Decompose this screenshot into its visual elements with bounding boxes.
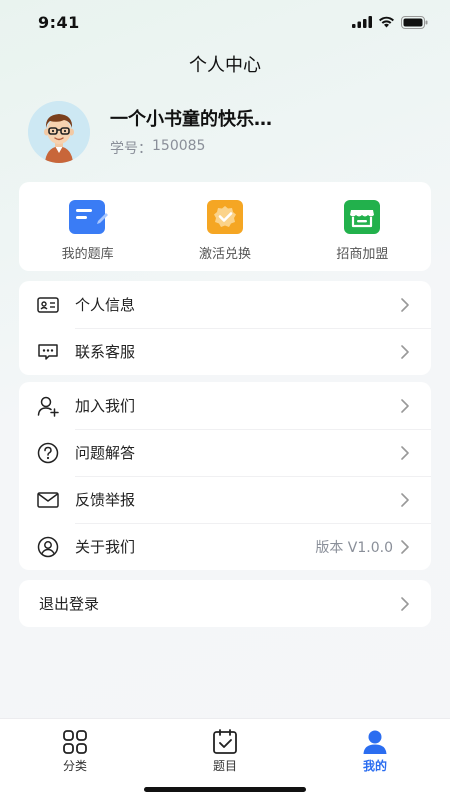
tab-label: 题目 (212, 759, 237, 773)
store-icon (344, 200, 381, 234)
menu-item-label: 联系客服 (75, 343, 136, 361)
avatar-cartoon-icon (28, 101, 90, 163)
chevron-right-icon (401, 596, 409, 611)
menu-item-label: 加入我们 (75, 397, 136, 415)
menu-group-about: 加入我们 问题解答 反馈举报 关于我们 版本 V1.0.0 (19, 382, 431, 570)
menu-item-label: 关于我们 (75, 538, 136, 556)
student-id-label: 学号： (110, 140, 152, 157)
status-bar: 9:41 (0, 0, 450, 44)
student-id: 学号： 150085 (110, 138, 272, 158)
avatar[interactable] (28, 101, 90, 163)
chat-bubble-icon (37, 341, 59, 363)
mail-icon (37, 489, 59, 511)
quick-action-question-bank[interactable]: 我的题库 (19, 182, 156, 271)
checklist-icon (213, 729, 237, 754)
tab-label: 我的 (362, 759, 387, 773)
chevron-right-icon (401, 539, 409, 554)
cellular-signal-icon (352, 16, 372, 28)
id-card-icon (37, 294, 59, 316)
tab-label: 分类 (62, 759, 87, 773)
profile-name: 一个小书童的快乐… (110, 108, 272, 130)
menu-group-account: 个人信息 联系客服 (19, 281, 431, 375)
logout-button[interactable]: 退出登录 (19, 580, 431, 627)
menu-item-about-us[interactable]: 关于我们 版本 V1.0.0 (19, 523, 431, 570)
chevron-right-icon (401, 492, 409, 507)
quick-actions-card: 我的题库 激活兑换 招商加盟 (19, 182, 431, 271)
version-text: 版本 V1.0.0 (315, 539, 393, 556)
tab-category[interactable]: 分类 (0, 719, 150, 800)
logout-card: 退出登录 (19, 580, 431, 627)
menu-item-faq[interactable]: 问题解答 (19, 429, 431, 476)
tab-mine[interactable]: 我的 (300, 719, 450, 800)
menu-item-personal-info[interactable]: 个人信息 (19, 281, 431, 328)
question-bank-icon (68, 200, 108, 234)
menu-item-feedback[interactable]: 反馈举报 (19, 476, 431, 523)
profile-text: 一个小书童的快乐… 学号： 150085 (110, 107, 272, 158)
status-icons (352, 15, 428, 29)
user-circle-icon (37, 536, 59, 558)
chevron-right-icon (401, 445, 409, 460)
menu-item-label: 反馈举报 (75, 491, 136, 509)
menu-item-label: 问题解答 (75, 444, 136, 462)
chevron-right-icon (401, 398, 409, 413)
quick-action-label: 招商加盟 (336, 247, 389, 262)
redeem-badge-icon (206, 200, 243, 234)
menu-item-contact-support[interactable]: 联系客服 (19, 328, 431, 375)
profile-header[interactable]: 一个小书童的快乐… 学号： 150085 (28, 101, 430, 163)
student-id-value: 150085 (152, 137, 206, 154)
question-circle-icon (37, 442, 59, 464)
quick-action-franchise[interactable]: 招商加盟 (294, 182, 431, 271)
chevron-right-icon (401, 297, 409, 312)
menu-item-label: 个人信息 (75, 296, 136, 314)
add-user-icon (37, 395, 59, 417)
battery-icon (401, 15, 428, 29)
chevron-right-icon (401, 344, 409, 359)
wifi-icon (379, 16, 394, 28)
quick-action-redeem[interactable]: 激活兑换 (156, 182, 293, 271)
quick-action-label: 我的题库 (61, 247, 114, 262)
grid-icon (63, 730, 87, 754)
status-time: 9:41 (38, 12, 80, 32)
menu-item-join-us[interactable]: 加入我们 (19, 382, 431, 429)
home-indicator (144, 787, 306, 792)
person-icon (363, 730, 387, 754)
quick-action-label: 激活兑换 (198, 247, 251, 262)
page-title: 个人中心 (189, 55, 261, 76)
logout-label: 退出登录 (39, 595, 100, 613)
